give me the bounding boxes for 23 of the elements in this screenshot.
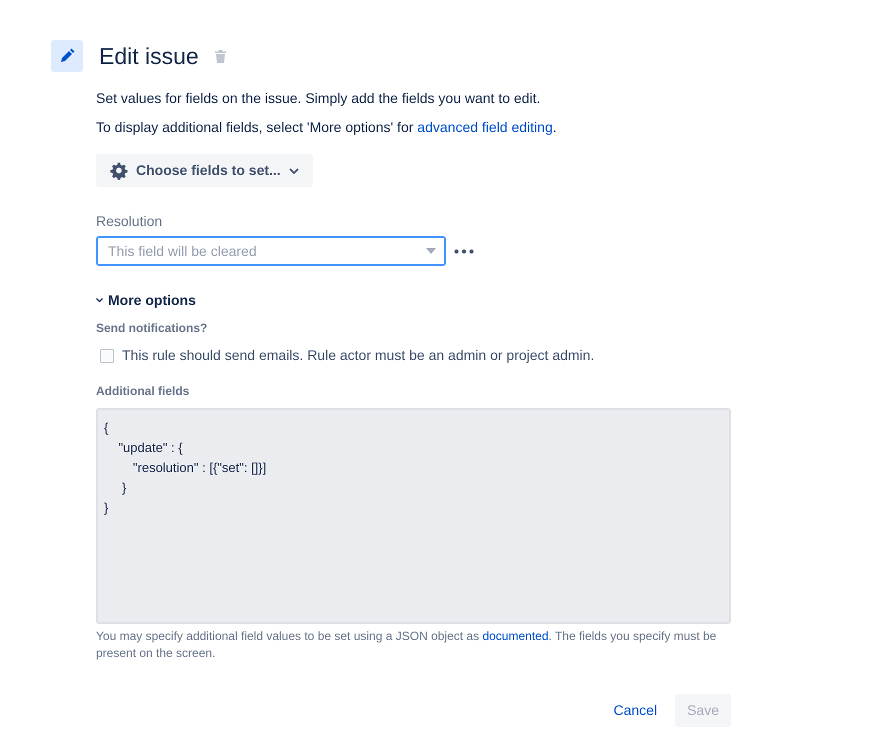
section-label: Send notifications? [96, 320, 208, 337]
resolution-select[interactable]: This field will be cleared [96, 236, 446, 266]
link[interactable]: documented [482, 629, 548, 643]
chevron-down-icon [96, 298, 103, 303]
gear-icon [110, 162, 128, 180]
field-label: Resolution [96, 212, 164, 231]
checkbox-label: This rule should send emails. Rule actor must be an admin or project admin. [122, 346, 594, 365]
chevron-down-icon [288, 168, 299, 174]
choose-fields-button[interactable]: Choose fields to set... [96, 154, 313, 187]
intro-text: Set values for fields on the issue. Simply add the fields you want to edit. [96, 89, 542, 108]
dropdown-arrow-icon [426, 248, 436, 254]
edit-icon [51, 40, 83, 72]
link[interactable]: advanced field editing [417, 119, 553, 135]
more-icon[interactable] [454, 248, 474, 254]
trash-icon[interactable] [214, 50, 226, 62]
info-text: To display additional fields, select 'More options' for advanced field editing. [96, 118, 558, 137]
more-options-toggle[interactable]: More options [96, 290, 196, 311]
checkbox[interactable] [100, 348, 114, 362]
cancel-button[interactable]: Cancel [603, 694, 668, 727]
page-title: Edit issue [99, 42, 199, 71]
help-text: You may specify additional field values to be set using a JSON object as documented. The fields you specify must be present on the screen. [96, 628, 718, 662]
json-editor[interactable]: { "update" : { "resolution" : [{"set": []}] } } [96, 408, 731, 624]
section-label: Additional fields [96, 383, 190, 400]
